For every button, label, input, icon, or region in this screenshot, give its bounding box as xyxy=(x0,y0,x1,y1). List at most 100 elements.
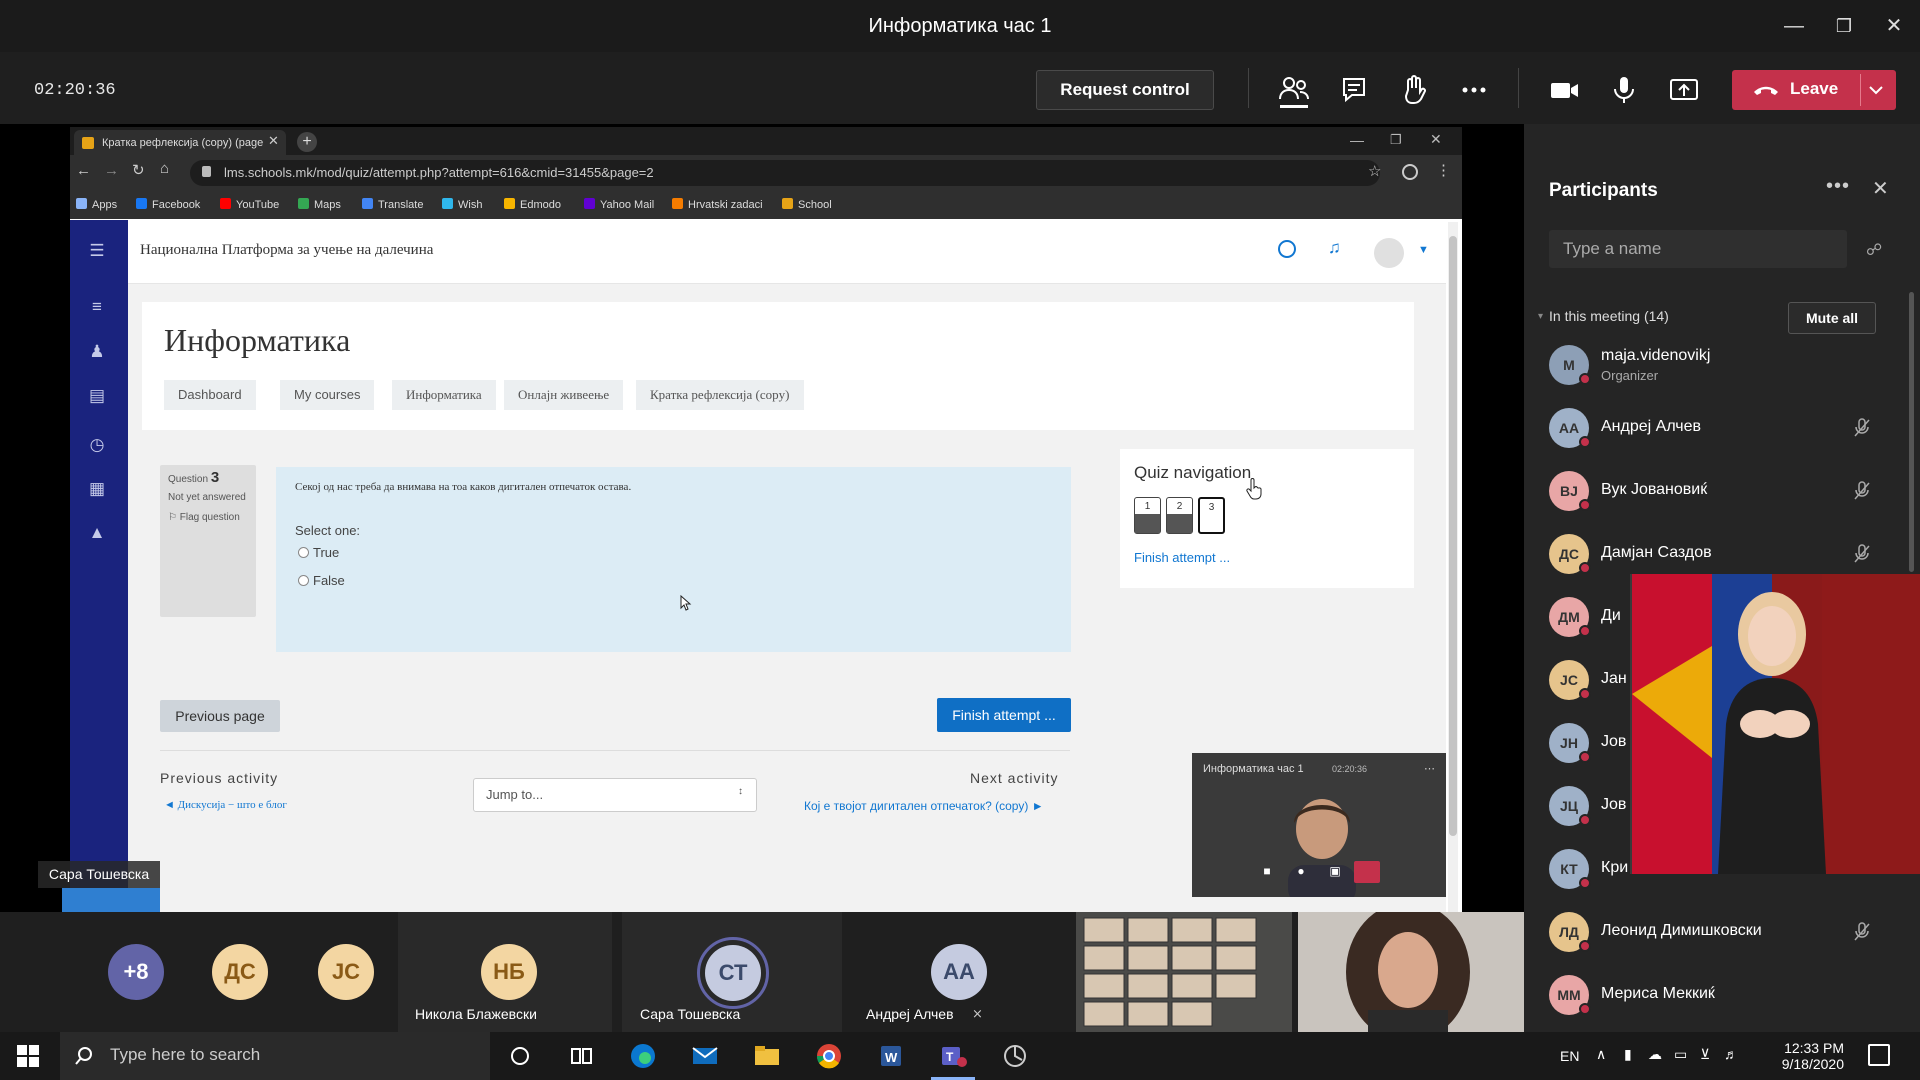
home-icon[interactable]: ⌂ xyxy=(160,160,169,177)
word-icon[interactable]: W xyxy=(875,1040,907,1072)
share-screen-icon[interactable] xyxy=(1664,72,1704,108)
more-options-icon[interactable] xyxy=(1454,72,1494,108)
onedrive-icon[interactable]: ☁ xyxy=(1648,1046,1662,1063)
quiz-page-2[interactable]: 2 xyxy=(1166,497,1193,534)
language-globe-icon[interactable] xyxy=(1278,240,1296,258)
muted-mic-icon[interactable] xyxy=(1852,417,1872,439)
quiz-page-1[interactable]: 1 xyxy=(1134,497,1161,534)
muted-mic-icon[interactable] xyxy=(1852,543,1872,565)
browser-close-icon[interactable]: ✕ xyxy=(1430,131,1442,148)
edge-icon[interactable] xyxy=(627,1040,659,1072)
flag-question[interactable]: ⚐ Flag question xyxy=(168,511,248,525)
browser-scrollbar-thumb[interactable] xyxy=(1449,236,1457,836)
bookmark-wish[interactable]: Wish xyxy=(442,198,482,211)
camera-icon[interactable] xyxy=(1544,72,1584,108)
restore-icon[interactable]: ❐ xyxy=(1826,10,1862,42)
radio-false[interactable] xyxy=(298,575,309,586)
bookmark-star-icon[interactable]: ☆ xyxy=(1368,162,1381,180)
minimize-icon[interactable]: — xyxy=(1776,10,1812,42)
mini-camera-icon[interactable]: ■ xyxy=(1258,864,1276,882)
bookmark-youtube[interactable]: YouTube xyxy=(220,198,279,211)
calendar-icon[interactable]: ▦ xyxy=(86,478,108,500)
participants-nav-icon[interactable]: ♟ xyxy=(86,341,108,363)
browser-tab[interactable]: Кратка рефлексија (copy) (page xyxy=(74,130,286,156)
previous-activity-link[interactable]: ◄ Дискусија − што е блог xyxy=(164,799,287,811)
bookmark-yahoo-mail[interactable]: Yahoo Mail xyxy=(584,198,654,211)
notification-bell-icon[interactable]: ♫ xyxy=(1328,238,1341,258)
windows-start-icon[interactable] xyxy=(16,1044,40,1068)
option-true[interactable]: True xyxy=(298,545,339,560)
mini-window-menu-icon[interactable]: ⋯ xyxy=(1424,762,1435,775)
forward-icon[interactable]: → xyxy=(104,162,119,179)
participant-search-input[interactable]: Type a name xyxy=(1549,230,1847,268)
radio-true[interactable] xyxy=(298,547,309,558)
app-icon[interactable] xyxy=(999,1040,1031,1072)
mail-icon[interactable] xyxy=(689,1040,721,1072)
notifications-icon[interactable] xyxy=(1868,1044,1890,1066)
user-menu-caret-icon[interactable]: ▼ xyxy=(1418,244,1429,256)
graduation-cap-icon[interactable]: ▲ xyxy=(86,522,108,544)
book-icon[interactable]: ▤ xyxy=(86,385,108,407)
next-activity-link[interactable]: Кој е твојот дигитален отпечаток? (copy)… xyxy=(804,799,1044,813)
volume-icon[interactable]: ♬ xyxy=(1724,1046,1738,1062)
hamburger-menu-icon[interactable]: ☰ xyxy=(86,240,108,262)
mini-hang-up-button[interactable] xyxy=(1354,861,1380,883)
breadcrumb-course[interactable]: Информатика xyxy=(392,380,496,410)
browser-restore-icon[interactable]: ❐ xyxy=(1390,132,1402,148)
reload-icon[interactable]: ↻ xyxy=(132,161,145,179)
new-tab-icon[interactable]: + xyxy=(297,132,317,152)
mini-microphone-icon[interactable]: ● xyxy=(1292,864,1310,882)
mini-share-icon[interactable]: ▣ xyxy=(1326,864,1344,882)
muted-mic-icon[interactable] xyxy=(1852,480,1872,502)
browser-menu-icon[interactable]: ⋮ xyxy=(1436,161,1451,179)
participant-row[interactable] xyxy=(1549,468,1879,514)
bookmark-school[interactable]: School xyxy=(782,198,832,211)
input-language[interactable]: EN xyxy=(1560,1048,1579,1064)
site-name[interactable]: Национална Платформа за учење на далечин… xyxy=(140,242,433,259)
profile-icon[interactable] xyxy=(1402,164,1418,180)
battery-icon[interactable]: ▭ xyxy=(1674,1046,1687,1063)
option-false[interactable]: False xyxy=(298,573,345,588)
participant-row[interactable] xyxy=(1549,342,1879,388)
bookmark-translate[interactable]: Translate xyxy=(362,198,423,211)
mute-all-button[interactable]: Mute all xyxy=(1788,302,1876,334)
previous-page-button[interactable]: Previous page xyxy=(160,700,280,732)
participant-row[interactable] xyxy=(1549,405,1879,451)
file-explorer-icon[interactable] xyxy=(751,1040,783,1072)
bookmark-facebook[interactable]: Facebook xyxy=(136,198,200,211)
bookmark-hrvatski-zadaci[interactable]: Hrvatski zadaci xyxy=(672,198,763,211)
jump-to-select[interactable]: Jump to... xyxy=(473,778,757,812)
participants-icon[interactable] xyxy=(1274,72,1314,108)
wifi-icon[interactable]: ⊻ xyxy=(1700,1046,1710,1063)
request-control-button[interactable]: Request control xyxy=(1036,70,1214,110)
browser-minimize-icon[interactable]: — xyxy=(1350,132,1364,148)
microphone-icon[interactable] xyxy=(1604,72,1644,108)
list-icon[interactable]: ≡ xyxy=(86,296,108,318)
overflow-participants-button[interactable]: +8 xyxy=(108,944,164,1000)
close-tab-icon[interactable]: ✕ xyxy=(268,133,279,149)
cortana-icon[interactable] xyxy=(504,1040,536,1072)
chevron-down-icon[interactable] xyxy=(1866,82,1886,98)
in-meeting-count[interactable]: In this meeting (14) xyxy=(1549,308,1669,324)
user-avatar-icon[interactable] xyxy=(1374,238,1404,268)
dashboard-icon[interactable]: ◷ xyxy=(86,434,108,456)
back-icon[interactable]: ← xyxy=(76,162,91,179)
bookmark-apps[interactable]: Apps xyxy=(76,198,117,211)
finish-attempt-link[interactable]: Finish attempt ... xyxy=(1134,550,1230,565)
finish-attempt-button[interactable]: Finish attempt ... xyxy=(937,698,1071,732)
breadcrumb-quiz[interactable]: Кратка рефлексија (copy) xyxy=(636,380,804,410)
breadcrumb-section[interactable]: Онлајн живеење xyxy=(504,380,624,410)
url-field[interactable]: lms.schools.mk/mod/quiz/attempt.php?atte… xyxy=(190,160,1380,186)
quiz-page-3[interactable]: 3 xyxy=(1198,497,1225,534)
chat-icon[interactable] xyxy=(1334,72,1374,108)
close-panel-icon[interactable]: ✕ xyxy=(1872,176,1889,201)
participants-more-icon[interactable]: ••• xyxy=(1826,175,1850,198)
teams-icon[interactable]: T xyxy=(937,1040,969,1072)
bookmark-maps[interactable]: Maps xyxy=(298,198,341,211)
collapse-caret-icon[interactable]: ▾ xyxy=(1538,311,1543,322)
muted-mic-icon[interactable] xyxy=(1852,921,1872,943)
breadcrumb-dashboard[interactable]: Dashboard xyxy=(164,380,256,410)
tray-mic-icon[interactable]: ▮ xyxy=(1624,1046,1632,1063)
breadcrumb-my-courses[interactable]: My courses xyxy=(280,380,375,410)
close-window-icon[interactable]: ✕ xyxy=(1876,10,1912,42)
